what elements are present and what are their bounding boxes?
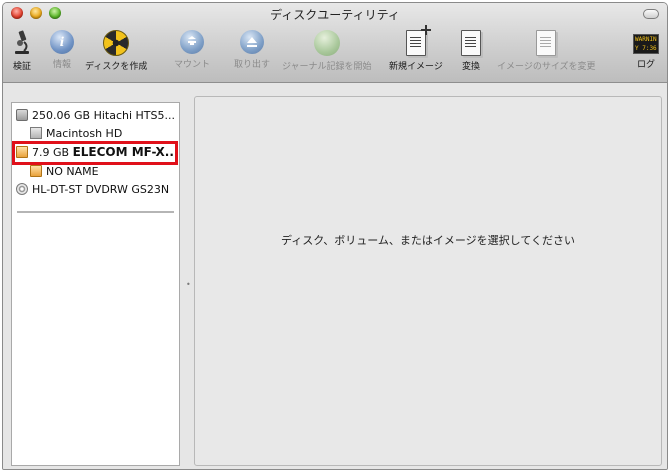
- device-name: HL-DT-ST DVDRW GS23N: [32, 182, 170, 196]
- toolbar-label: 情報: [52, 60, 71, 70]
- resize-image-button[interactable]: イメージのサイズを変更: [497, 30, 596, 72]
- log-icon: WARNIN Y 7:36: [633, 34, 659, 54]
- journal-icon: [313, 30, 340, 56]
- burn-icon: [103, 30, 130, 56]
- device-size: 7.9 GB: [32, 145, 70, 159]
- toolbar-toggle-button[interactable]: [643, 9, 659, 19]
- device-size: 250.06 GB: [32, 108, 91, 122]
- start-journaling-button[interactable]: ジャーナル記録を開始: [282, 30, 372, 72]
- toolbar-label: マウント: [174, 60, 211, 70]
- placeholder-message: ディスク、ボリューム、またはイメージを選択してください: [280, 234, 576, 247]
- toolbar-label: ログ: [636, 60, 655, 70]
- optical-drive-icon: [16, 183, 28, 195]
- detail-pane: ディスク、ボリューム、またはイメージを選択してください: [194, 96, 662, 466]
- window-toolbar: ディスクユーティリティ 検証 i 情報 ディスクを作成 マウント 取り出す ジャ…: [3, 3, 667, 83]
- mount-icon: [180, 30, 204, 54]
- resize-image-icon: [536, 30, 557, 56]
- toolbar-label: 検証: [12, 62, 31, 72]
- toolbar-label: ジャーナル記録を開始: [282, 62, 372, 72]
- volume-name: NO NAME: [46, 164, 99, 178]
- new-image-icon: [405, 25, 431, 56]
- volume-icon: [30, 127, 42, 139]
- toolbar-label: イメージのサイズを変更: [497, 62, 596, 72]
- content-area: 250.06 GB Hitachi HTS5... Macintosh HD 7…: [3, 83, 667, 469]
- volume-item-no-name[interactable]: NO NAME: [30, 162, 99, 180]
- convert-button[interactable]: 変換: [461, 30, 481, 72]
- usb-drive-icon: [16, 146, 28, 158]
- volume-name: Macintosh HD: [46, 126, 123, 140]
- verify-button[interactable]: 検証: [12, 30, 32, 72]
- info-button[interactable]: i 情報: [50, 30, 74, 70]
- device-item-hitachi[interactable]: 250.06 GB Hitachi HTS5...: [16, 106, 175, 124]
- volume-item-macintosh-hd[interactable]: Macintosh HD: [30, 124, 122, 142]
- eject-icon: [240, 30, 264, 54]
- disk-utility-window: ディスクユーティリティ 検証 i 情報 ディスクを作成 マウント 取り出す ジャ…: [2, 2, 668, 470]
- device-list[interactable]: 250.06 GB Hitachi HTS5... Macintosh HD 7…: [11, 102, 180, 466]
- device-item-elecom[interactable]: 7.9 GB ELECOM MF-X...: [16, 143, 178, 161]
- split-view-handle[interactable]: •: [186, 280, 191, 289]
- microscope-icon: [12, 30, 32, 56]
- device-name: Hitachi HTS5...: [93, 108, 175, 122]
- convert-icon: [461, 30, 481, 56]
- usb-volume-icon: [30, 165, 42, 177]
- toolbar-label: 取り出す: [234, 60, 271, 70]
- sidebar-divider: [17, 211, 174, 213]
- toolbar-label: ディスクを作成: [85, 62, 148, 72]
- eject-button[interactable]: 取り出す: [234, 30, 270, 70]
- device-name: ELECOM MF-X...: [72, 145, 179, 159]
- toolbar-label: 新規イメージ: [389, 62, 443, 72]
- window-title: ディスクユーティリティ: [270, 8, 400, 22]
- burn-button[interactable]: ディスクを作成: [85, 30, 147, 72]
- info-icon: i: [50, 30, 74, 54]
- device-item-dvdrw[interactable]: HL-DT-ST DVDRW GS23N: [16, 180, 169, 198]
- toolbar-label: 変換: [461, 62, 480, 72]
- mount-button[interactable]: マウント: [174, 30, 210, 70]
- new-image-button[interactable]: 新規イメージ: [389, 25, 443, 72]
- log-button[interactable]: WARNIN Y 7:36 ログ: [633, 30, 659, 70]
- hard-drive-icon: [16, 109, 28, 121]
